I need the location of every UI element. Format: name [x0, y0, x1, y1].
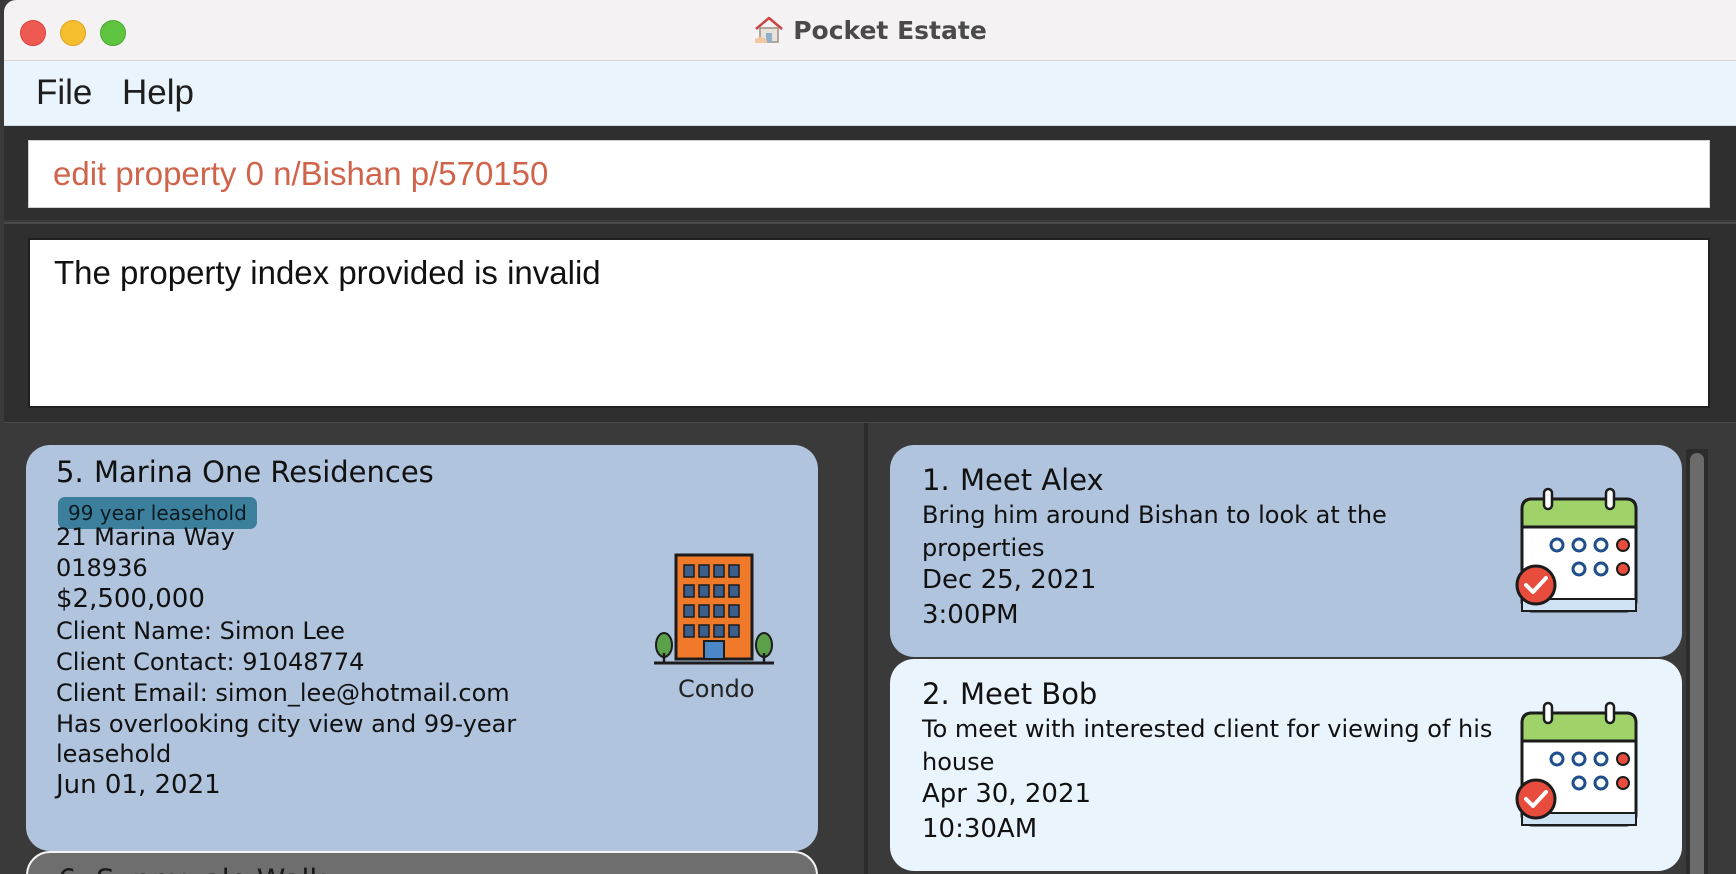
property-postal: 018936	[56, 554, 148, 582]
appointment-desc-line2: house	[922, 748, 995, 776]
calendar-check-icon	[1515, 487, 1638, 613]
menu-file[interactable]: File	[36, 73, 92, 113]
app-window: Pocket Estate File Help edit property 0 …	[4, 0, 1736, 874]
appointment-scrollbar-thumb[interactable]	[1690, 453, 1704, 874]
condo-building-icon	[654, 553, 774, 665]
command-area: edit property 0 n/Bishan p/570150	[4, 126, 1736, 220]
client-name: Client Name: Simon Lee	[56, 617, 345, 645]
appointment-name: Meet Bob	[960, 677, 1098, 711]
appointment-card[interactable]: 1. Meet Alex Bring him around Bishan to …	[890, 445, 1682, 657]
calendar-check-icon	[1515, 701, 1638, 827]
menu-bar: File Help	[4, 61, 1736, 126]
property-card[interactable]: 5. Marina One Residences 99 year leaseho…	[26, 445, 818, 851]
panel-divider	[864, 423, 868, 874]
property-remarks-line2: leasehold	[56, 740, 172, 768]
property-address: 21 Marina Way	[56, 523, 235, 551]
property-index: 5.	[56, 455, 84, 489]
house-icon	[755, 16, 784, 43]
window-title-text: Pocket Estate	[793, 15, 987, 45]
property-index: 6.	[58, 863, 86, 874]
list-panels: 5. Marina One Residences 99 year leaseho…	[4, 422, 1736, 874]
command-input[interactable]: edit property 0 n/Bishan p/570150	[28, 140, 1710, 208]
property-card[interactable]: 6. Sunnyvale Walk	[26, 851, 818, 874]
client-contact: Client Contact: 91048774	[56, 648, 365, 676]
appointment-desc-line1: Bring him around Bishan to look at the	[922, 501, 1387, 529]
appointment-time: 10:30AM	[922, 814, 1038, 844]
appointment-index: 1.	[922, 463, 950, 497]
result-display: The property index provided is invalid	[28, 238, 1710, 408]
window-title: Pocket Estate	[4, 0, 1736, 60]
appointment-time: 3:00PM	[922, 600, 1019, 630]
property-name: Sunnyvale Walk	[96, 863, 326, 874]
property-type: Condo	[678, 675, 755, 703]
property-name: Marina One Residences	[94, 455, 434, 489]
result-area: The property index provided is invalid	[4, 222, 1736, 424]
appointment-desc-line1: To meet with interested client for viewi…	[922, 715, 1493, 743]
property-deadline: Jun 01, 2021	[56, 770, 221, 800]
property-remarks-line1: Has overlooking city view and 99-year	[56, 710, 517, 738]
appointment-desc-line2: properties	[922, 534, 1045, 562]
appointment-date: Dec 25, 2021	[922, 565, 1097, 595]
title-bar: Pocket Estate	[4, 0, 1736, 61]
appointment-name: Meet Alex	[960, 463, 1104, 497]
menu-help[interactable]: Help	[122, 73, 194, 113]
property-price: $2,500,000	[56, 584, 205, 614]
appointment-card[interactable]: 2. Meet Bob To meet with interested clie…	[890, 659, 1682, 871]
client-email: Client Email: simon_lee@hotmail.com	[56, 679, 510, 707]
appointment-index: 2.	[922, 677, 950, 711]
appointment-date: Apr 30, 2021	[922, 779, 1092, 809]
